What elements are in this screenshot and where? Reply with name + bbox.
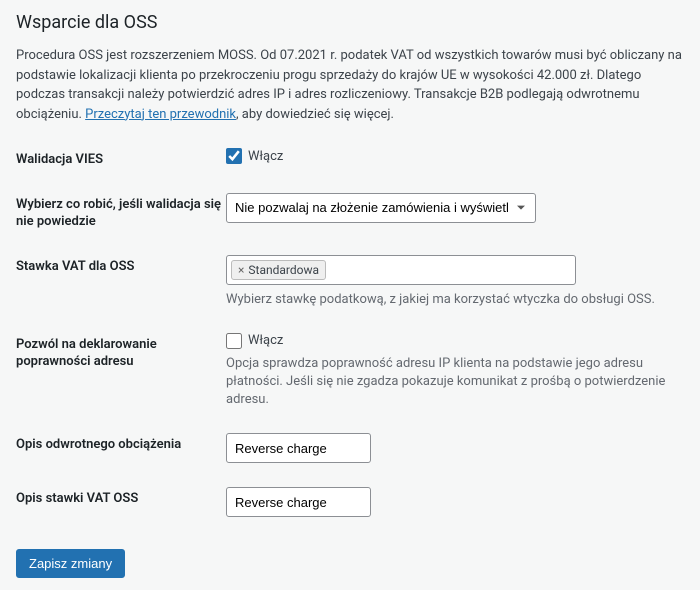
allow-declare-checkbox-label: Włącz (248, 333, 283, 348)
allow-declare-description: Opcja sprawdza poprawność adresu IP klie… (226, 355, 684, 410)
vat-rate-desc-label: Opis stawki VAT OSS (16, 487, 226, 508)
vies-validation-label: Walidacja VIES (16, 148, 226, 169)
reverse-charge-desc-input[interactable] (226, 433, 371, 463)
save-button[interactable]: Zapisz zmiany (16, 549, 125, 578)
allow-declare-checkbox[interactable] (226, 333, 242, 349)
vat-rate-label: Stawka VAT dla OSS (16, 255, 226, 276)
validation-fail-select[interactable]: Nie pozwalaj na złożenie zamówienia i wy… (226, 193, 536, 223)
guide-link[interactable]: Przeczytaj ten przewodnik (85, 107, 236, 122)
vat-rate-description: Wybierz stawkę podatkową, z jakiej ma ko… (226, 291, 684, 309)
vies-validation-checkbox-label: Włącz (248, 149, 283, 164)
reverse-charge-desc-label: Opis odwrotnego obciążenia (16, 433, 226, 454)
vies-validation-checkbox[interactable] (226, 148, 242, 164)
close-icon[interactable]: × (238, 263, 244, 277)
intro-text-after: , aby dowiedzieć się więcej. (236, 107, 394, 122)
validation-fail-label: Wybierz co robić, jeśli walidacja się ni… (16, 193, 226, 231)
allow-declare-label: Pozwól na deklarowanie poprawności adres… (16, 333, 226, 371)
vat-rate-tag[interactable]: × Standardowa (231, 260, 326, 280)
vat-rate-desc-input[interactable] (226, 487, 371, 517)
vat-rate-tag-input[interactable]: × Standardowa (226, 255, 576, 285)
vat-rate-tag-text: Standardowa (248, 263, 319, 277)
intro-paragraph: Procedura OSS jest rozszerzeniem MOSS. O… (16, 46, 684, 124)
section-heading: Wsparcie dla OSS (16, 12, 684, 33)
